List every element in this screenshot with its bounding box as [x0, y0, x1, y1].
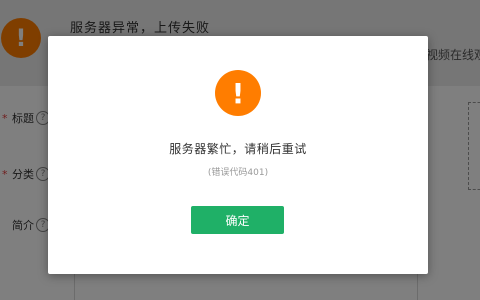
error-code: (错误代码401)	[207, 168, 269, 178]
exclamation-icon: !	[215, 70, 261, 116]
error-dialog: ! 服务器繁忙，请稍后重试 (错误代码401) 确定	[48, 36, 428, 274]
confirm-button[interactable]: 确定	[191, 206, 284, 234]
dialog-message: 服务器繁忙，请稍后重试	[169, 142, 307, 156]
